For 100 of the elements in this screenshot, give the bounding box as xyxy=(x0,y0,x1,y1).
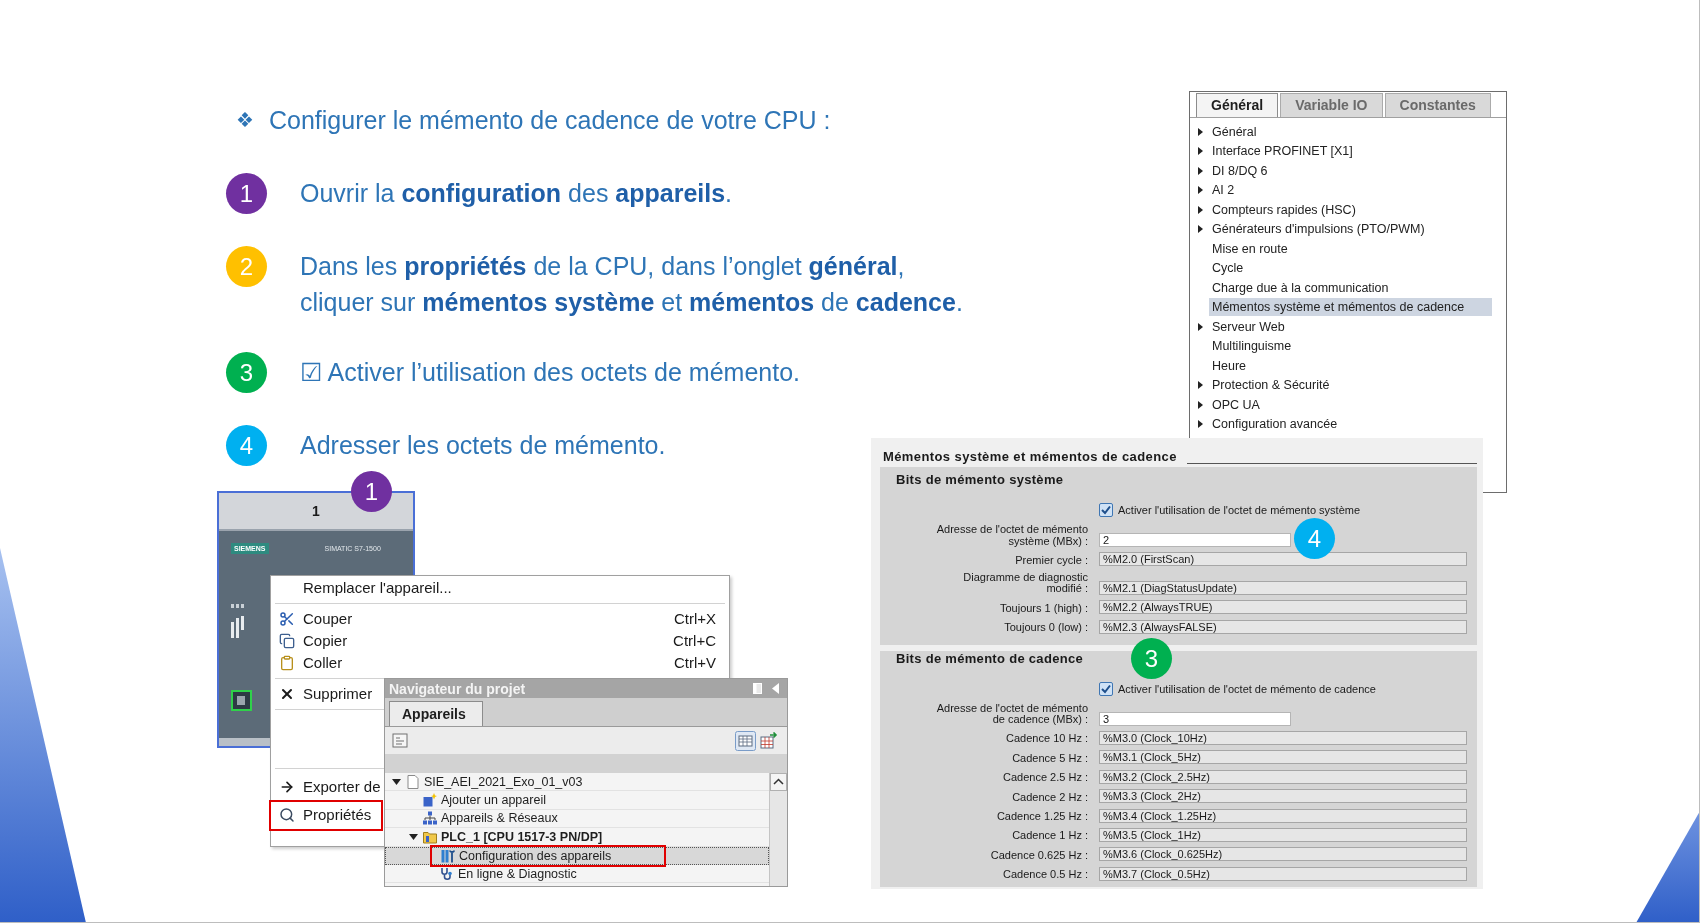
menu-item[interactable]: Exporter de xyxy=(271,773,383,801)
network-icon xyxy=(423,811,437,826)
text-field[interactable]: %M3.4 (Clock_1.25Hz) xyxy=(1099,808,1467,823)
step-text: Dans les propriétés de la CPU, dans l’onglet général, cliquer sur mémentos système et mémentos de cadence. xyxy=(300,251,963,318)
tab[interactable]: Appareils xyxy=(389,701,483,726)
tree-item[interactable]: Compteurs rapides (HSC) xyxy=(1209,200,1492,219)
text-field[interactable]: %M3.3 (Clock_2Hz) xyxy=(1099,789,1467,804)
text-field[interactable]: 3 xyxy=(1099,711,1291,726)
text-field[interactable]: %M3.1 (Clock_5Hz) xyxy=(1099,750,1467,765)
port-icon xyxy=(231,690,252,711)
checkbox[interactable] xyxy=(1099,503,1113,517)
field-label: Toujours 1 (high) : xyxy=(998,602,1088,615)
step-text: ☑ Activer l’utilisation des octets de mémento. xyxy=(300,357,800,388)
text-field[interactable]: %M2.0 (FirstScan) xyxy=(1099,552,1467,567)
field-label: Cadence 2.5 Hz : xyxy=(1002,772,1088,784)
tree-item[interactable]: Mise en route xyxy=(1209,239,1492,258)
tree-item[interactable]: Configuration avancée xyxy=(1209,415,1492,434)
menu-item[interactable]: Remplacer l'appareil... xyxy=(271,577,729,599)
shortcut-label: Ctrl+X xyxy=(673,608,716,629)
expand-arrow-icon[interactable] xyxy=(1198,186,1203,195)
tree-item[interactable]: Cycle xyxy=(1209,259,1492,278)
checkbox[interactable] xyxy=(1099,681,1113,696)
tree-item[interactable]: Ajouter un appareil xyxy=(385,791,769,810)
section-title: Bits de mémento de cadence xyxy=(895,650,1083,667)
expand-arrow-icon[interactable] xyxy=(1198,166,1203,175)
magnifier-icon xyxy=(279,807,295,823)
folder-icon xyxy=(423,829,437,844)
text-field[interactable]: %M3.5 (Clock_1Hz) xyxy=(1099,827,1467,842)
text-field[interactable]: 2 xyxy=(1099,533,1291,547)
copy-icon xyxy=(279,633,295,649)
table-arrow-icon[interactable] xyxy=(760,732,778,749)
checkbox-label: Activer l'utilisation de l'octet de mémento système xyxy=(1118,503,1361,517)
field-label: Cadence 10 Hz : xyxy=(1005,733,1088,745)
step-number-badge: 4 xyxy=(226,425,267,466)
step-text: Ouvrir la configuration des appareils. xyxy=(300,178,733,209)
tree-item[interactable]: Mémentos système et mémentos de cadence xyxy=(1209,298,1492,317)
text-field[interactable]: %M2.1 (DiagStatusUpdate) xyxy=(1099,580,1467,595)
field-label: Cadence 2 Hz : xyxy=(1011,791,1088,804)
arrow-icon xyxy=(279,779,295,795)
expand-arrow-icon[interactable] xyxy=(391,778,401,785)
tab[interactable]: Général xyxy=(1196,93,1279,117)
expand-arrow-icon[interactable] xyxy=(1198,420,1203,429)
tree-item[interactable]: Serveur Web xyxy=(1209,317,1492,336)
text-field[interactable]: %M2.2 (AlwaysTRUE) xyxy=(1099,600,1467,615)
tree-item[interactable]: Configuration des appareils xyxy=(385,846,769,865)
text-field[interactable]: %M3.7 (Clock_0.5Hz) xyxy=(1099,866,1467,881)
tab[interactable]: Constantes xyxy=(1384,93,1491,117)
tree-item[interactable]: DI 8/DQ 6 xyxy=(1209,161,1492,180)
expand-arrow-icon[interactable] xyxy=(1198,225,1203,234)
text-field[interactable]: %M2.3 (AlwaysFALSE) xyxy=(1099,619,1467,634)
tree-item[interactable]: Heure xyxy=(1209,356,1492,375)
expand-arrow-icon[interactable] xyxy=(1198,147,1203,156)
slot-number: 1 xyxy=(312,501,320,521)
tree-item[interactable]: Charge due à la communication xyxy=(1209,278,1492,297)
scrollbar[interactable] xyxy=(769,773,787,886)
menu-item[interactable]: Propriétés xyxy=(271,801,383,829)
checkbox-label: Activer l'utilisation de l'octet de mémento de cadence xyxy=(1118,681,1376,696)
menu-item[interactable]: Copier Ctrl+C xyxy=(271,630,729,652)
field-label: Premier cycle : xyxy=(1014,554,1088,567)
menu-item[interactable]: Couper Ctrl+X xyxy=(271,608,729,630)
tree-item[interactable]: Générateurs d'impulsions (PTO/PWM) xyxy=(1209,220,1492,239)
text-field[interactable]: %M3.2 (Clock_2.5Hz) xyxy=(1099,769,1467,784)
tree-item[interactable]: En ligne & Diagnostic xyxy=(385,864,769,884)
menu-item[interactable]: Coller Ctrl+V xyxy=(271,652,729,674)
step-text: Adresser les octets de mémento. xyxy=(300,430,666,461)
scissors-icon xyxy=(279,611,295,627)
tree-item[interactable]: SIE_AEI_2021_Exo_01_v03 xyxy=(385,773,769,792)
stethoscope-icon xyxy=(440,866,454,881)
field-label: Cadence 0.5 Hz : xyxy=(1002,869,1088,881)
expand-arrow-icon[interactable] xyxy=(1198,205,1203,214)
text-field[interactable]: %M3.6 (Clock_0.625Hz) xyxy=(1099,847,1467,862)
shortcut-label: Ctrl+C xyxy=(673,630,716,651)
field-label: Adresse de l'octet de mémento de cadence (MBx) : xyxy=(935,702,1088,726)
expand-arrow-icon[interactable] xyxy=(1198,127,1203,136)
delete-icon xyxy=(279,686,295,702)
tree-item[interactable]: OPC UA xyxy=(1209,395,1492,414)
tree-item[interactable]: Interface PROFINET [X1] xyxy=(1209,142,1492,161)
tree-item[interactable]: Protection & Sécurité xyxy=(1209,376,1492,395)
status-leds-icon xyxy=(231,604,245,608)
scroll-up-icon[interactable] xyxy=(770,773,787,791)
clipboard-icon xyxy=(279,655,295,671)
text-field[interactable]: %M3.0 (Clock_10Hz) xyxy=(1099,730,1467,745)
expand-arrow-icon[interactable] xyxy=(1198,400,1203,409)
expand-arrow-icon[interactable] xyxy=(1198,381,1203,390)
panel-title: Mémentos système et mémentos de cadence xyxy=(883,449,1177,465)
step-number-badge: 2 xyxy=(226,246,267,287)
tree-item[interactable]: AI 2 xyxy=(1209,181,1492,200)
expand-arrow-icon[interactable] xyxy=(1198,322,1203,331)
expand-arrow-icon[interactable] xyxy=(408,833,418,840)
tab[interactable]: Variable IO xyxy=(1280,93,1383,117)
shortcut-label: Ctrl+V xyxy=(673,652,716,673)
menu-item[interactable]: Supprimer xyxy=(271,683,383,705)
tree-item[interactable]: PLC_1 [CPU 1517-3 PN/DP] xyxy=(385,828,769,847)
grid-view-icon[interactable] xyxy=(735,730,756,751)
step-number-badge: 3 xyxy=(226,352,267,393)
slide-heading: Configurer le mémento de cadence de votre CPU : xyxy=(269,105,831,136)
field-label: Cadence 5 Hz : xyxy=(1011,752,1088,765)
tree-item[interactable]: Général xyxy=(1209,122,1492,141)
tree-item[interactable]: Multilinguisme xyxy=(1209,337,1492,356)
tree-item[interactable]: Appareils & Réseaux xyxy=(385,809,769,829)
